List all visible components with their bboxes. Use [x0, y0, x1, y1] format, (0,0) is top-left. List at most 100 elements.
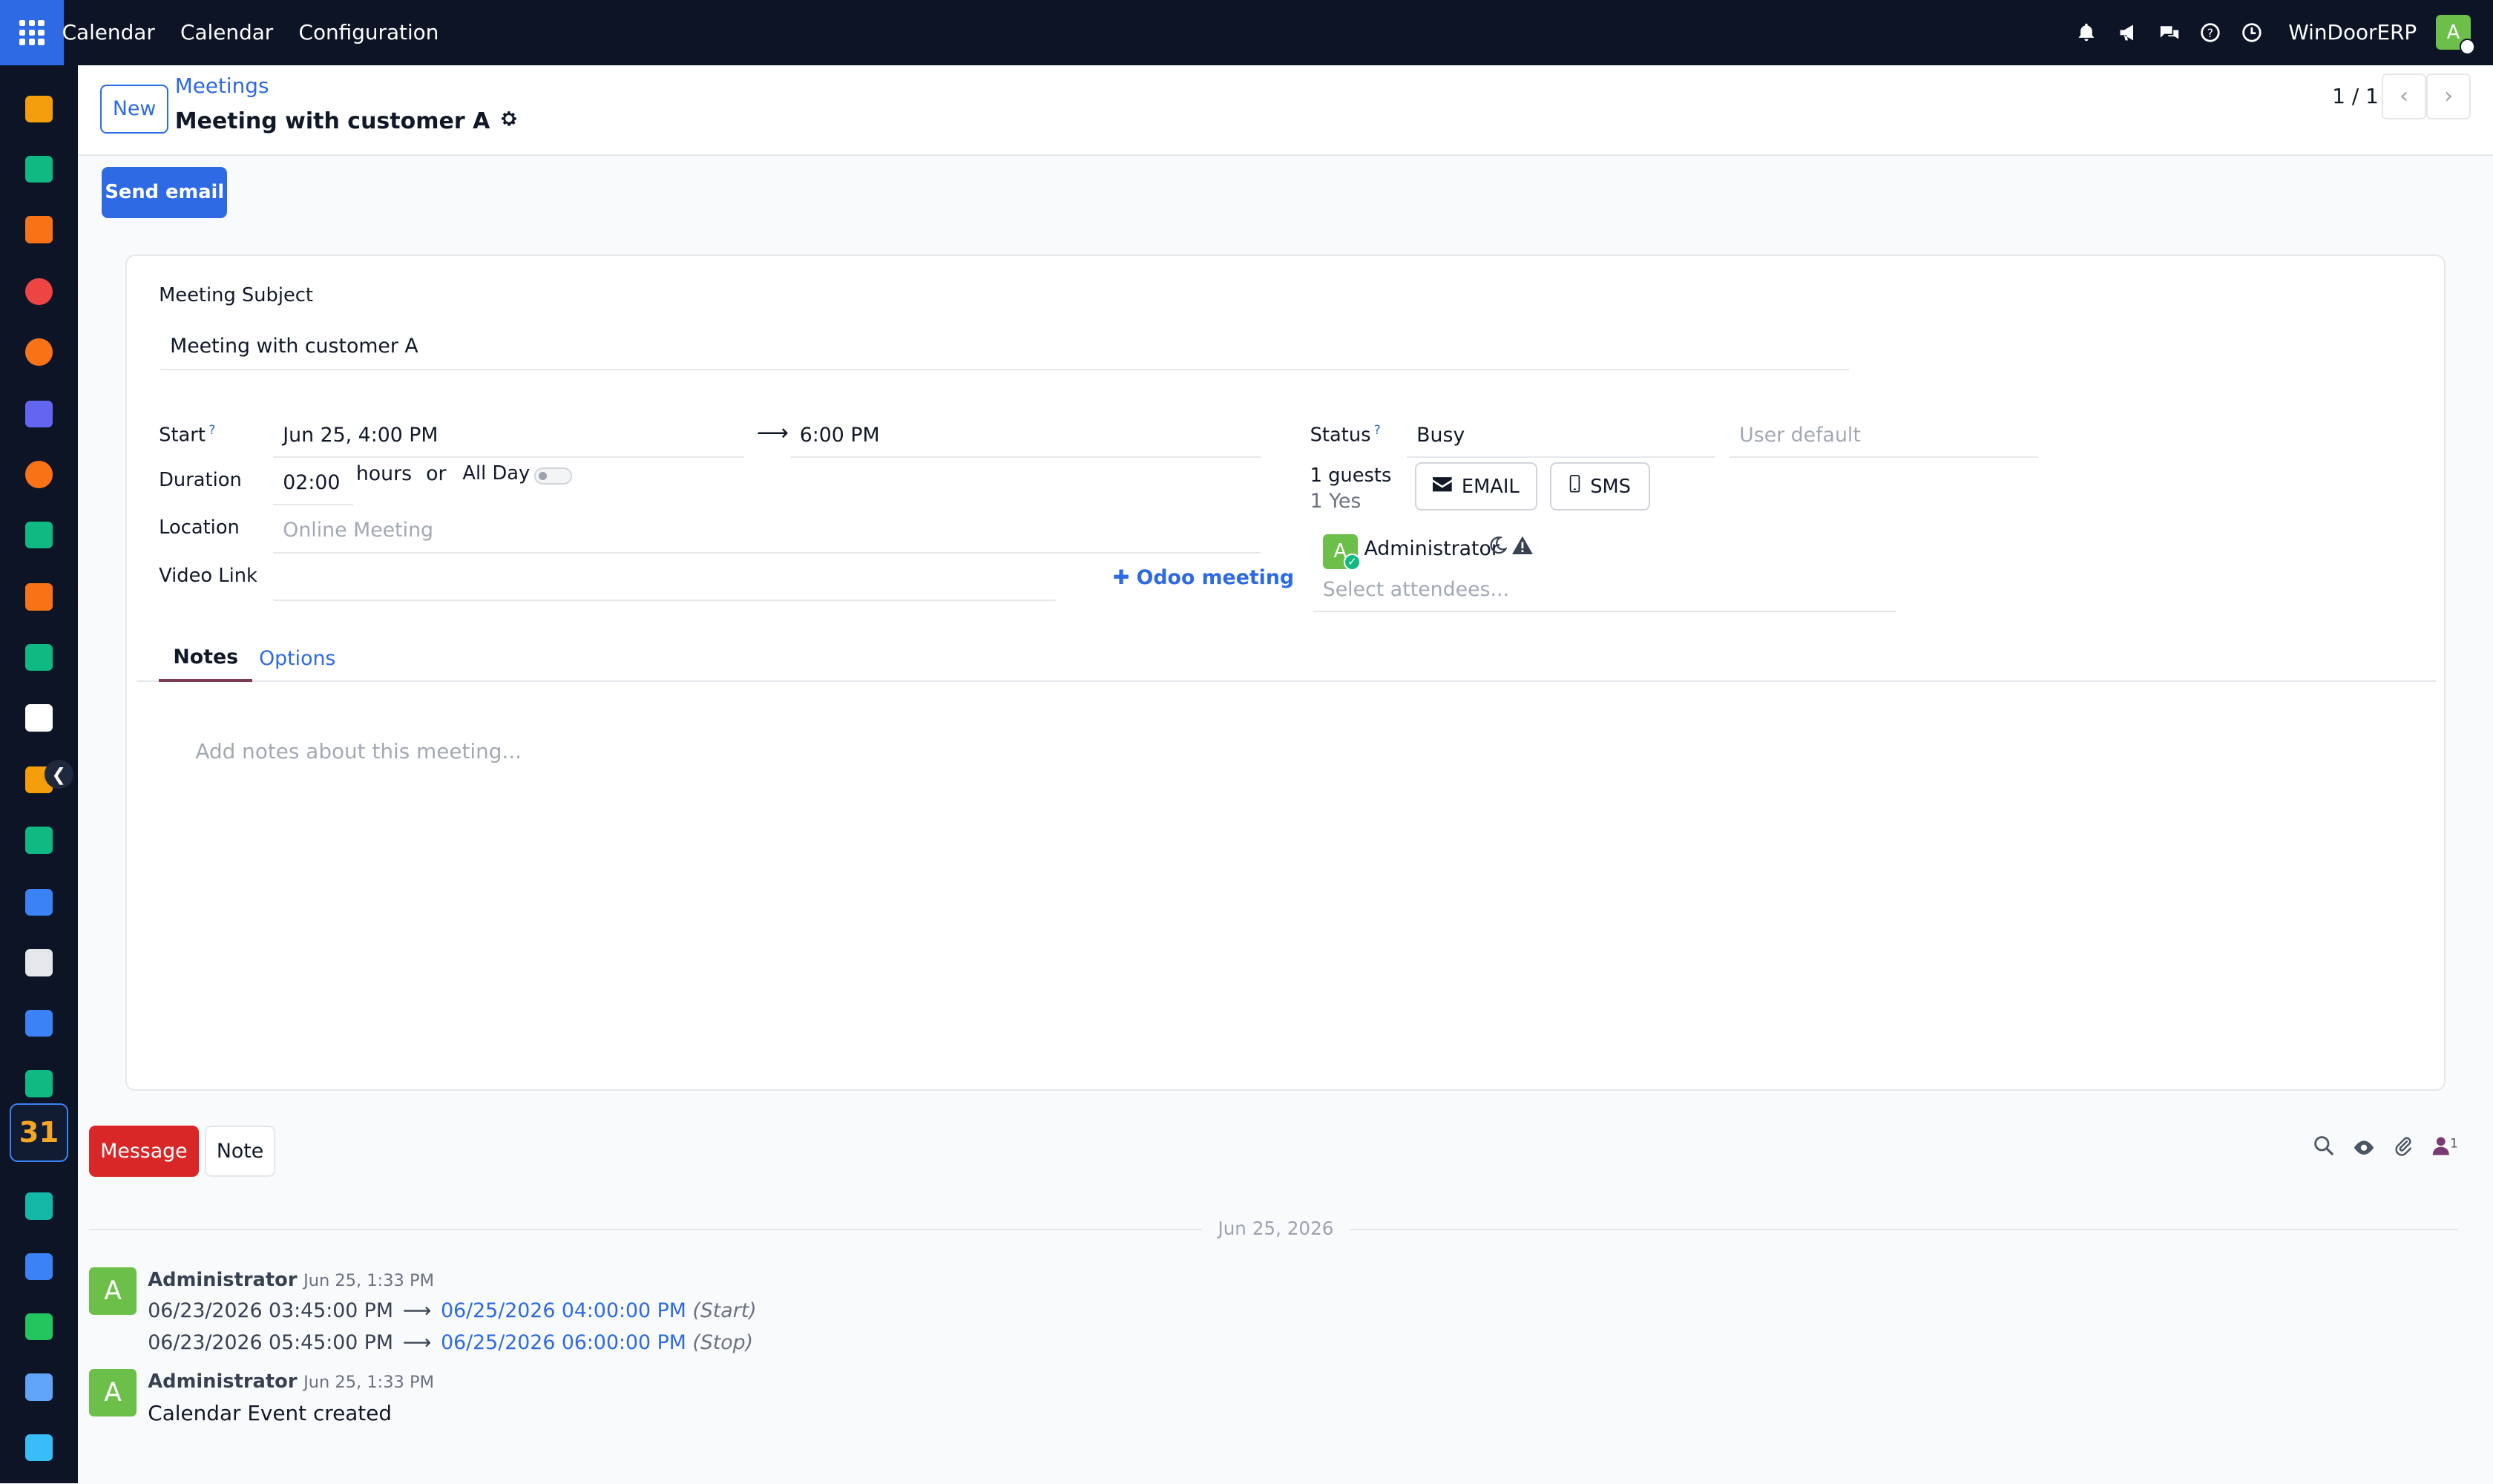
date-separator-text: Jun 25, 2026 [1202, 1218, 1350, 1240]
send-message-button[interactable]: Message [89, 1126, 199, 1177]
livechat-icon[interactable] [25, 461, 53, 488]
email-button-label: EMAIL [1461, 475, 1520, 498]
odoo-meeting-link[interactable]: ✚ Odoo meeting [1113, 566, 1294, 589]
location-input[interactable]: Online Meeting [273, 509, 1261, 554]
start-date-input[interactable]: Jun 25, 4:00 PM [273, 413, 744, 458]
attendee-name[interactable]: Administrator [1364, 537, 1499, 560]
guests-yes-count: 1 Yes [1310, 489, 1362, 513]
email-attendees-button[interactable]: EMAIL [1415, 462, 1538, 510]
date-separator: Jun 25, 2026 [89, 1215, 2458, 1244]
allday-label: All Day [462, 462, 531, 485]
expenses-icon[interactable] [25, 95, 53, 122]
team-icon[interactable] [25, 1070, 53, 1097]
megaphone-icon[interactable] [2117, 22, 2139, 44]
main-menu: Calendar Calendar Configuration [62, 20, 452, 45]
timer-icon[interactable] [25, 1373, 53, 1401]
message-author[interactable]: Administrator [148, 1370, 297, 1393]
dashboards-icon[interactable] [25, 216, 53, 243]
message-date: Jun 25, 1:33 PM [303, 1373, 434, 1393]
tracking-value: 06/23/2026 03:45:00 PM ⟶ 06/25/2026 04:00:… [148, 1299, 756, 1322]
followers-button[interactable]: 1 [2432, 1136, 2458, 1160]
manufacturing-icon[interactable] [25, 949, 53, 976]
chat-icon[interactable] [2158, 22, 2181, 44]
crm-icon[interactable] [25, 521, 53, 549]
stop-date-input[interactable]: 6:00 PM [789, 413, 1261, 458]
sms-attendees-button[interactable]: SMS [1550, 462, 1651, 510]
sales-icon[interactable] [25, 583, 53, 611]
form-sheet: Meeting Subject Meeting with customer A … [125, 254, 2446, 1091]
help-tooltip-icon[interactable]: ? [1374, 423, 1381, 438]
avatar[interactable]: A [89, 1267, 137, 1316]
whatsapp-icon[interactable] [25, 1313, 53, 1341]
chevron-left-icon[interactable]: ‹ [2382, 73, 2427, 119]
menu-calendar[interactable]: Calendar [168, 20, 286, 45]
help-icon[interactable]: ? [2199, 22, 2221, 44]
user-icon [2432, 1136, 2450, 1160]
app-switcher-button[interactable] [0, 0, 64, 65]
notes-editor[interactable]: Add notes about this meeting... [195, 739, 522, 764]
tracked-field: (Stop) [692, 1330, 754, 1354]
email-marketing-icon[interactable] [25, 400, 53, 428]
location-label: Location [159, 516, 240, 539]
project-icon[interactable] [25, 278, 53, 306]
or-label: or [426, 462, 447, 486]
moon-icon [1488, 536, 1508, 560]
tab-notes[interactable]: Notes [159, 634, 253, 683]
chatter-toolbar: 1 [2313, 1135, 2458, 1161]
presence-dot [2460, 39, 2476, 55]
new-button[interactable]: New [100, 84, 169, 134]
arrow-right-icon: ⟶ [402, 1330, 432, 1354]
start-label: Start? [159, 422, 216, 447]
sign-icon[interactable] [25, 1192, 53, 1220]
inventory-icon[interactable] [25, 704, 53, 732]
new-value: 06/25/2026 04:00:00 PM [441, 1298, 686, 1322]
tracking-value: 06/23/2026 05:45:00 PM ⟶ 06/25/2026 06:00:… [148, 1331, 753, 1354]
company-switcher[interactable]: WinDoorERP [2288, 20, 2417, 45]
control-panel: New Meetings Meeting with customer A 1 /… [78, 65, 2493, 156]
knowledge-icon[interactable] [25, 888, 53, 916]
clock-icon[interactable] [2241, 22, 2263, 44]
breadcrumb-meetings[interactable]: Meetings [175, 73, 269, 98]
message-author[interactable]: Administrator [148, 1269, 297, 1291]
todo-icon[interactable] [25, 827, 53, 854]
apps-sidebar: 31 ❮ [0, 65, 78, 1484]
employees-icon[interactable] [25, 643, 53, 672]
tracked-field: (Start) [692, 1298, 757, 1322]
calendar-app-icon[interactable]: 31 [9, 1103, 69, 1163]
duration-input[interactable]: 02:00 [273, 461, 353, 506]
contacts-icon[interactable] [25, 155, 53, 183]
invoicing-icon[interactable] [25, 1009, 53, 1037]
eye-icon[interactable] [2353, 1136, 2375, 1160]
chevron-left-icon[interactable]: ❮ [45, 760, 73, 789]
tab-options[interactable]: Options [245, 634, 350, 682]
paperclip-icon[interactable] [2394, 1135, 2414, 1161]
user-avatar[interactable]: A [2435, 15, 2476, 55]
search-icon[interactable] [2313, 1135, 2334, 1161]
log-note-button[interactable]: Note [205, 1126, 275, 1177]
allday-toggle[interactable] [533, 467, 573, 485]
send-email-button[interactable]: Send email [102, 167, 228, 218]
apps-icon[interactable] [25, 1252, 53, 1280]
bell-icon[interactable] [2075, 22, 2098, 44]
arrow-right-icon: ⟶ [756, 419, 789, 446]
gear-icon[interactable] [499, 108, 519, 134]
chevron-right-icon[interactable]: › [2426, 73, 2471, 119]
sms-button-label: SMS [1590, 475, 1631, 498]
new-value: 06/25/2026 06:00:00 PM [441, 1330, 686, 1354]
app-brand-link[interactable]: Calendar [62, 20, 168, 45]
message-date: Jun 25, 1:33 PM [303, 1271, 434, 1291]
website-icon[interactable] [25, 1434, 53, 1462]
status-select[interactable]: Busy [1407, 413, 1716, 458]
message-body: Calendar Event created [148, 1400, 392, 1425]
menu-configuration[interactable]: Configuration [286, 20, 451, 45]
avatar[interactable]: A [89, 1369, 137, 1417]
plus-icon: ✚ [1112, 565, 1130, 589]
attendees-input[interactable]: Select attendees... [1313, 569, 1897, 612]
discuss-icon[interactable] [25, 338, 53, 366]
video-link-input[interactable] [273, 556, 1056, 601]
meeting-subject-input[interactable]: Meeting with customer A [160, 323, 1850, 371]
privacy-select[interactable]: User default [1730, 413, 2039, 458]
help-tooltip-icon[interactable]: ? [208, 423, 215, 438]
record-title: Meeting with customer A [175, 108, 519, 134]
pager-value[interactable]: 1 / 1 [2332, 84, 2379, 108]
